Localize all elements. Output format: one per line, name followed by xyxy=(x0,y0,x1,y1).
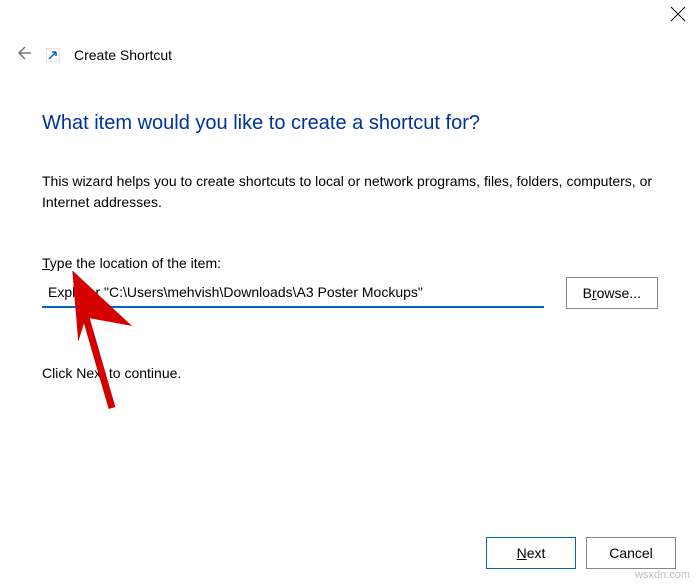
location-input[interactable] xyxy=(42,278,544,308)
window-title: Create Shortcut xyxy=(74,47,172,63)
location-label: Type the location of the item: xyxy=(42,255,658,271)
back-arrow-icon[interactable] xyxy=(14,44,32,65)
browse-button[interactable]: Browse... xyxy=(566,277,658,309)
cancel-button[interactable]: Cancel xyxy=(586,537,676,569)
shortcut-icon xyxy=(46,48,60,62)
wizard-footer: Next Cancel xyxy=(486,537,676,569)
wizard-header: Create Shortcut xyxy=(14,44,172,65)
wizard-heading: What item would you like to create a sho… xyxy=(42,112,658,135)
next-button[interactable]: Next xyxy=(486,537,576,569)
close-icon[interactable] xyxy=(670,9,686,25)
watermark: wsxdn.com xyxy=(635,569,690,581)
wizard-description: This wizard helps you to create shortcut… xyxy=(42,171,658,213)
continue-hint: Click Next to continue. xyxy=(42,365,658,381)
wizard-content: What item would you like to create a sho… xyxy=(42,112,658,381)
